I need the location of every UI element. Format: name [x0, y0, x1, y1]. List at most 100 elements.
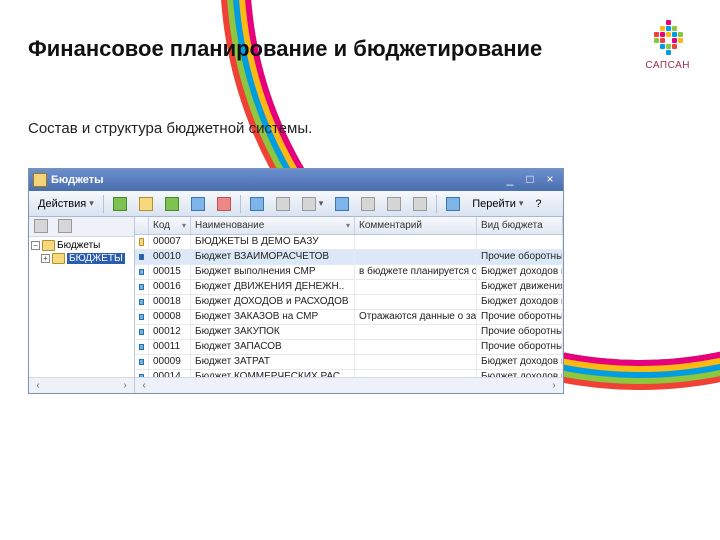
cell-code: 00007	[149, 235, 191, 249]
cell-code: 00011	[149, 340, 191, 354]
table-row[interactable]: 00010Бюджет ВЗАИМОРАСЧЕТОВПрочие оборотн…	[135, 250, 563, 265]
toolbar: Действия ▾ ▾ Перейти ▾ ?	[29, 191, 563, 217]
twist-icon[interactable]: +	[41, 254, 50, 263]
cell-code: 00012	[149, 325, 191, 339]
add-folder-button[interactable]	[134, 194, 158, 214]
cell-code: 00016	[149, 280, 191, 294]
report-button[interactable]	[441, 194, 465, 214]
report-icon	[446, 197, 460, 211]
close-button[interactable]: ×	[541, 172, 559, 188]
row-marker-icon	[139, 329, 144, 335]
grid-scrollbar[interactable]: ‹ ›	[135, 377, 563, 393]
cell-comment	[355, 235, 477, 249]
row-marker-icon	[139, 269, 144, 275]
sort-icon	[413, 197, 427, 211]
goto-label: Перейти	[472, 198, 516, 210]
maximize-button[interactable]: □	[521, 172, 539, 188]
col-name-label: Наименование	[195, 220, 264, 231]
actions-label: Действия	[38, 198, 86, 210]
delete-button[interactable]	[212, 194, 236, 214]
col-code-label: Код	[153, 220, 170, 231]
table-row[interactable]: 00015Бюджет выполнения СМРв бюджете план…	[135, 265, 563, 280]
pencil-icon	[191, 197, 205, 211]
cell-type: Прочие оборотные ..	[477, 340, 563, 354]
table-row[interactable]: 00018Бюджет ДОХОДОВ и РАСХОДОВБюджет дох…	[135, 295, 563, 310]
grid-panel: Код▾ Наименование▾ Комментарий Вид бюдже…	[135, 217, 563, 393]
table-row[interactable]: 00016Бюджет ДВИЖЕНИЯ ДЕНЕЖН.. Бюджет движ…	[135, 280, 563, 295]
tree-scrollbar[interactable]: ‹ ›	[29, 377, 134, 393]
scroll-left-icon[interactable]: ‹	[31, 380, 45, 391]
row-marker	[135, 355, 149, 369]
cell-comment	[355, 295, 477, 309]
cell-comment	[355, 325, 477, 339]
row-marker	[135, 280, 149, 294]
cell-type: Бюджет движения …	[477, 280, 563, 294]
chevron-down-icon: ▾	[89, 198, 94, 209]
col-type-label: Вид бюджета	[481, 220, 543, 231]
row-marker	[135, 325, 149, 339]
cell-name: Бюджет ДВИЖЕНИЯ ДЕНЕЖН..	[191, 280, 355, 294]
sort-button[interactable]	[408, 194, 432, 214]
list-flat-icon	[34, 219, 48, 233]
tree-view-flat-button[interactable]	[29, 217, 53, 235]
cell-type: Прочие оборотные ..	[477, 250, 563, 264]
brand-logo: САПСАН	[645, 18, 690, 71]
help-label: ?	[535, 198, 541, 210]
hierarchy-button[interactable]	[271, 194, 295, 214]
cell-code: 00010	[149, 250, 191, 264]
row-marker-icon	[139, 359, 144, 365]
copy-plus-icon	[165, 197, 179, 211]
tree-view-tree-button[interactable]	[53, 217, 77, 235]
move-button[interactable]	[245, 194, 269, 214]
filter-clear-button[interactable]	[382, 194, 406, 214]
grid-header-type[interactable]: Вид бюджета	[477, 217, 563, 234]
table-row[interactable]: 00007БЮДЖЕТЫ В ДЕМО БАЗУ	[135, 235, 563, 250]
cell-type	[477, 235, 563, 249]
goto-dropdown[interactable]: Перейти ▾	[467, 194, 528, 214]
cell-code: 00018	[149, 295, 191, 309]
cell-code: 00009	[149, 355, 191, 369]
cell-comment	[355, 355, 477, 369]
table-row[interactable]: 00012Бюджет ЗАКУПОКПрочие оборотные ..	[135, 325, 563, 340]
col-comment-label: Комментарий	[359, 220, 422, 231]
cell-type: Бюджет доходов и …	[477, 355, 563, 369]
refresh-button[interactable]	[330, 194, 354, 214]
edit-button[interactable]	[186, 194, 210, 214]
folder-plus-icon	[139, 197, 153, 211]
table-row[interactable]: 00008Бюджет ЗАКАЗОВ на СМРОтражаются дан…	[135, 310, 563, 325]
minimize-button[interactable]: _	[501, 172, 519, 188]
grid-header-code[interactable]: Код▾	[149, 217, 191, 234]
grid-header-name[interactable]: Наименование▾	[191, 217, 355, 234]
row-marker	[135, 235, 149, 249]
help-button[interactable]: ?	[530, 194, 550, 214]
hierarchy-down-button[interactable]: ▾	[297, 194, 329, 214]
cell-comment	[355, 280, 477, 294]
filter-button[interactable]	[356, 194, 380, 214]
tree-item[interactable]: − Бюджеты	[31, 239, 132, 252]
cell-code: 00015	[149, 265, 191, 279]
tree-item-label: Бюджеты	[57, 240, 100, 251]
cell-name: Бюджет ЗАКУПОК	[191, 325, 355, 339]
scroll-left-icon[interactable]: ‹	[137, 380, 151, 391]
app-window: Бюджеты _ □ × Действия ▾ ▾ Перейти ▾ ?	[28, 168, 564, 394]
cell-type: Бюджет доходов и …	[477, 295, 563, 309]
twist-icon[interactable]: −	[31, 241, 40, 250]
actions-dropdown[interactable]: Действия ▾	[33, 194, 99, 214]
cell-name: Бюджет КОММЕРЧЕСКИХ РАС…	[191, 370, 355, 377]
table-row[interactable]: 00009Бюджет ЗАТРАТБюджет доходов и …	[135, 355, 563, 370]
separator	[103, 195, 104, 213]
page-subtitle: Состав и структура бюджетной системы.	[28, 120, 312, 137]
add-button[interactable]	[108, 194, 132, 214]
add-copy-button[interactable]	[160, 194, 184, 214]
scroll-right-icon[interactable]: ›	[547, 380, 561, 391]
grid-header-comment[interactable]: Комментарий	[355, 217, 477, 234]
tree-item[interactable]: +БЮДЖЕТЫ	[31, 252, 132, 265]
table-row[interactable]: 00011Бюджет ЗАПАСОВПрочие оборотные ..	[135, 340, 563, 355]
folder-icon	[52, 253, 65, 264]
cell-comment	[355, 340, 477, 354]
grid-header-marker[interactable]	[135, 217, 149, 234]
table-row[interactable]: 00014Бюджет КОММЕРЧЕСКИХ РАС…Бюджет дохо…	[135, 370, 563, 377]
cell-type: Прочие оборотные ..	[477, 310, 563, 324]
scroll-right-icon[interactable]: ›	[118, 380, 132, 391]
titlebar[interactable]: Бюджеты _ □ ×	[29, 169, 563, 191]
